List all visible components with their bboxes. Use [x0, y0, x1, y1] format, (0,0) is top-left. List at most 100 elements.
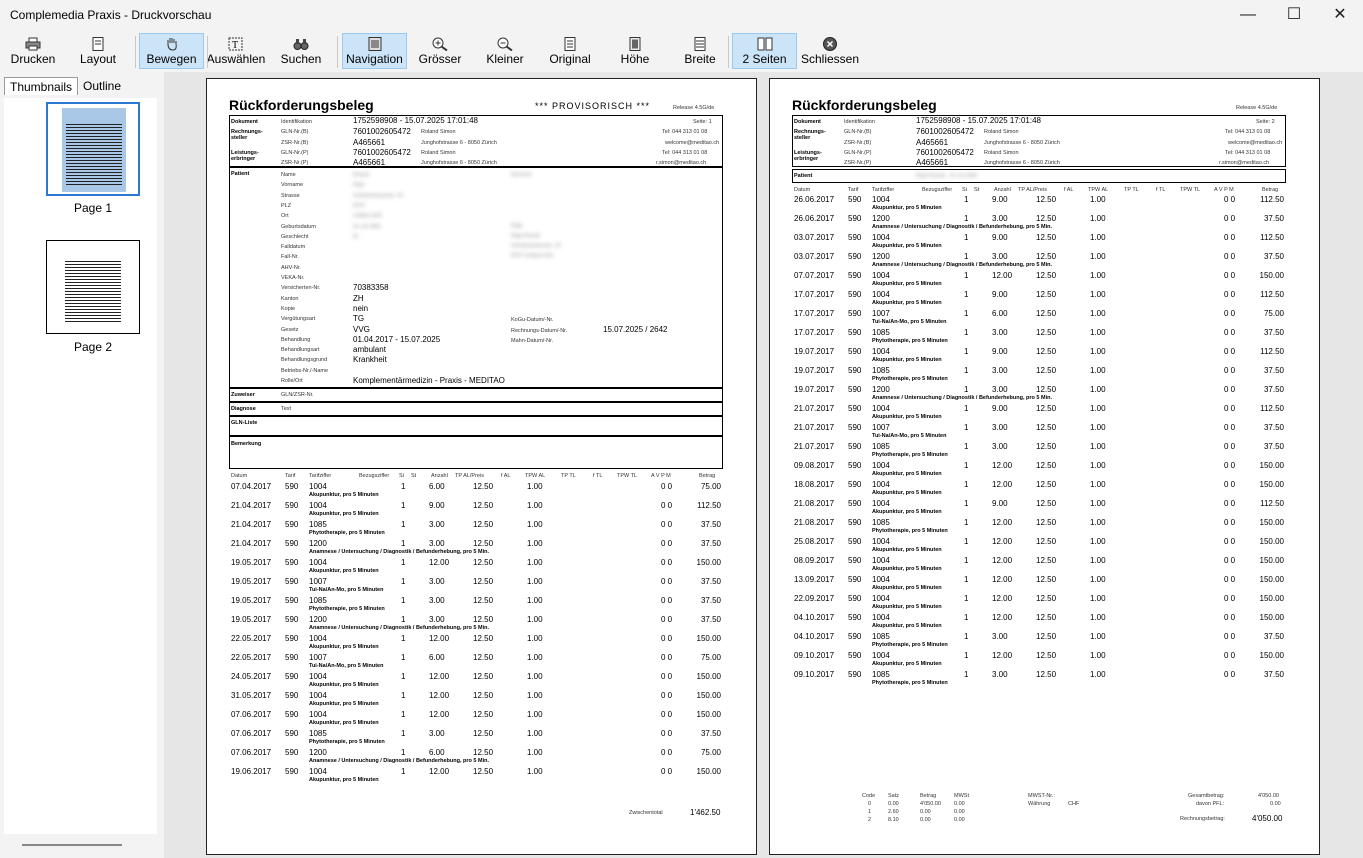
horizontal-scrollbar[interactable]	[22, 844, 122, 846]
table-cell: 12.50	[1036, 556, 1057, 565]
kleiner-button[interactable]: Kleiner	[474, 33, 536, 69]
toolbar-button-label: Auswählen	[206, 52, 266, 66]
table-cell: 590	[848, 461, 862, 470]
maximize-button[interactable]: ☐	[1271, 0, 1317, 32]
page-2-thumbnail[interactable]	[46, 240, 140, 334]
gln-liste-label: GLN-Liste	[231, 420, 258, 426]
suchen-button[interactable]: Suchen	[270, 33, 332, 69]
patient-field-label: Strasse	[281, 192, 300, 199]
table-cell: 1	[964, 290, 969, 299]
layout-button[interactable]: Layout	[68, 33, 128, 69]
row-description: Akupunktur, pro 5 Minuten	[872, 585, 942, 591]
row-description: Phytotherapie, pro 5 Minuten	[872, 680, 948, 686]
toolbar-button-label: Schliessen	[800, 52, 860, 66]
breite-button[interactable]: Breite	[669, 33, 731, 69]
table-cell: 1085	[872, 670, 890, 679]
table-cell: 1004	[309, 767, 327, 776]
row-description: Akupunktur, pro 5 Minuten	[872, 547, 942, 553]
h-he-button[interactable]: Höhe	[604, 33, 666, 69]
2-seiten-button[interactable]: 2 Seiten	[732, 33, 797, 69]
table-cell: 1004	[872, 195, 890, 204]
tab-outline[interactable]: Outline	[78, 77, 126, 95]
row-description: Akupunktur, pro 5 Minuten	[872, 623, 942, 629]
table-cell: 12.50	[473, 653, 494, 662]
preview-area: Rückforderungsbeleg *** PROVISORISCH ***…	[164, 72, 1363, 858]
table-cell: 3.00	[429, 729, 445, 738]
table-cell: 0 0	[1224, 404, 1236, 413]
table-cell: 3.00	[429, 539, 445, 548]
table-cell: 1.00	[1090, 366, 1106, 375]
schliessen-button[interactable]: Schliessen	[799, 33, 861, 69]
table-cell: 0 0	[661, 691, 673, 700]
table-cell: 9.00	[992, 195, 1008, 204]
toolbar-button-label: Drucken	[10, 52, 56, 66]
table-cell: 1.00	[527, 539, 543, 548]
column-header: Bezugsziffer	[922, 187, 953, 193]
table-cell: 12.00	[992, 651, 1013, 660]
table-cell: 12.50	[1036, 423, 1057, 432]
table-cell: 150.00	[696, 691, 721, 700]
table-cell: 590	[848, 670, 862, 679]
table-cell: 0 0	[1224, 670, 1236, 679]
provisorisch-label: *** PROVISORISCH ***	[535, 101, 651, 111]
gr-sser-button[interactable]: Grösser	[409, 33, 471, 69]
binoculars-icon	[271, 37, 331, 51]
minimize-button[interactable]: —	[1225, 0, 1271, 32]
table-cell: 0 0	[661, 653, 673, 662]
drucken-button[interactable]: Drucken	[4, 33, 62, 69]
bewegen-button[interactable]: Bewegen	[139, 33, 204, 69]
table-cell: 590	[848, 499, 862, 508]
table-cell: 1.00	[527, 577, 543, 586]
ausw-hlen-button[interactable]: T Auswählen	[205, 33, 267, 69]
page-2-le-zsr-label: ZSR-Nr.(P)	[844, 160, 872, 166]
svg-text:T: T	[232, 40, 238, 51]
tab-thumbnails[interactable]: Thumbnails	[4, 77, 79, 95]
gesamtbetrag-label: Gesamtbetrag:	[1188, 793, 1225, 799]
mwst-cell: 0.00	[954, 809, 965, 815]
navigation-button[interactable]: Navigation	[342, 33, 407, 69]
table-cell: 08.09.2017	[794, 556, 835, 565]
page-1-thumbnail[interactable]	[46, 102, 140, 196]
page-2-le-name: Roland Simon	[984, 150, 1019, 156]
patient-field-label: Behandlungsgrund	[281, 357, 328, 364]
page-layout-icon	[69, 37, 127, 51]
table-cell: 17.07.2017	[794, 309, 835, 318]
text-select-icon: T	[206, 37, 266, 51]
table-cell: 1.00	[1090, 499, 1106, 508]
seite-label: Seite: 1	[693, 119, 712, 125]
table-cell: 0 0	[1224, 309, 1236, 318]
row-description: Akupunktur, pro 5 Minuten	[872, 281, 942, 287]
table-cell: 1	[401, 767, 406, 776]
table-cell: 1004	[872, 594, 890, 603]
page-2-le-gln-value: 7601002605472	[916, 148, 974, 157]
page-2-rs-name: Roland Simon	[984, 129, 1019, 135]
table-cell: 112.50	[1260, 499, 1284, 508]
table-cell: 1	[401, 634, 406, 643]
table-cell: 0 0	[1224, 518, 1236, 527]
table-cell: 150.00	[1259, 461, 1284, 470]
zoom-out-icon	[475, 37, 535, 51]
close-window-button[interactable]: ✕	[1317, 0, 1363, 32]
page-2-rs-address: Junghofstrasse 6 - 8050 Zürich	[984, 140, 1060, 146]
table-cell: 1200	[309, 615, 327, 624]
table-cell: 3.00	[992, 366, 1008, 375]
table-cell: 03.07.2017	[794, 233, 835, 242]
table-cell: 112.50	[697, 501, 721, 510]
original-button[interactable]: Original	[539, 33, 601, 69]
mahndatum-label: Mahn-Datum/-Nr.	[511, 338, 554, 344]
toolbar-button-label: Kleiner	[486, 52, 524, 66]
page-2-rs-email: welcome@meditao.ch	[1228, 140, 1283, 146]
table-cell: 12.00	[992, 518, 1013, 527]
table-cell: 12.50	[473, 634, 494, 643]
table-cell: 1200	[872, 385, 890, 394]
toolbar-separator	[337, 36, 338, 68]
row-description: Akupunktur, pro 5 Minuten	[309, 492, 379, 498]
address-line-3: Schützenhausstr. 15	[511, 243, 561, 249]
table-cell: 590	[848, 290, 862, 299]
page-2-rs-zsr-value: A465661	[916, 138, 949, 147]
page-2-le-email: r.simon@meditao.ch	[1219, 160, 1270, 166]
table-cell: 0 0	[1224, 632, 1236, 641]
table-cell: 1.00	[527, 634, 543, 643]
row-description: Anamnese / Untersuchung / Diagnostik / B…	[872, 262, 1052, 268]
toolbar-button-label: Höhe	[620, 52, 650, 66]
